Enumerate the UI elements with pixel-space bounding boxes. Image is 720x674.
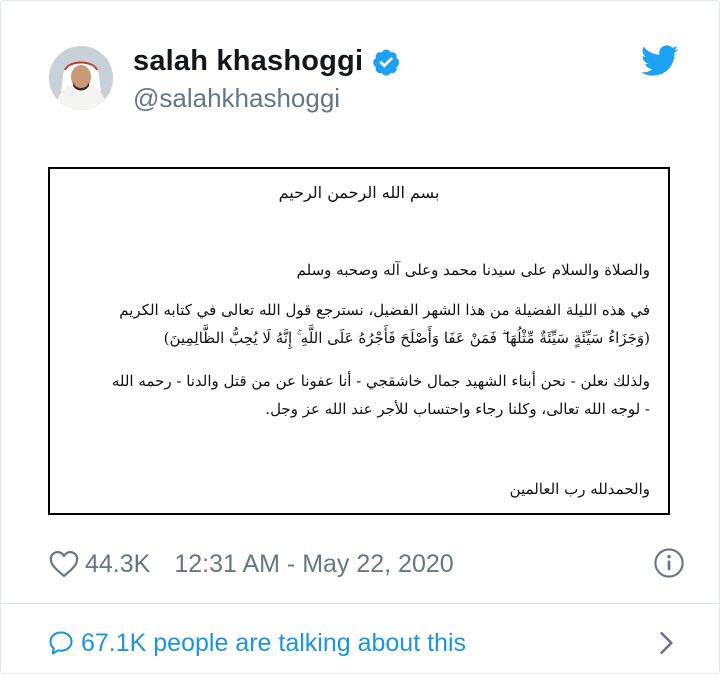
doc-line-1: والصلاة والسلام على سيدنا محمد وعلى آله … [296,261,650,279]
doc-line-4: ولذلك نعلن - نحن أبناء الشهيد جمال خاشقج… [111,372,650,390]
verified-badge-icon [373,49,400,76]
doc-basmala: بسم الله الرحمن الرحيم [278,183,440,202]
conversation-text[interactable]: 67.1K people are talking about this [81,629,466,658]
doc-line-3: (وَجَزَاءُ سَيِّئَةٍ سَيِّئَةٌ مِّثْلُهَ… [163,329,650,347]
doc-line-5: - لوجه الله تعالى، وكلنا رجاء واحتساب لل… [265,400,650,418]
conversation-link[interactable]: 67.1K people are talking about this [47,625,677,661]
heart-icon[interactable] [49,550,79,578]
author-name[interactable]: salah khashoggi [133,45,363,78]
author-handle[interactable]: @salahkhashoggi [133,83,340,114]
doc-closing: والحمدلله رب العالمين [509,480,650,498]
avatar[interactable] [49,46,113,110]
statement-image[interactable]: بسم الله الرحمن الرحيم والصلاة والسلام ع… [48,167,670,515]
info-icon[interactable] [653,547,685,579]
doc-line-2: في هذه الليلة الفضيلة من هذا الشهر الفضي… [119,301,650,319]
tweet-meta-row: 44.3K 12:31 AM - May 22, 2020 [49,547,685,581]
chevron-right-icon[interactable] [657,630,677,656]
timestamp[interactable]: 12:31 AM - May 22, 2020 [174,550,453,579]
tweet-card: salah khashoggi @salahkhashoggi بسم الله… [0,0,720,674]
author-name-row: salah khashoggi [133,45,401,78]
chat-bubble-icon [49,631,73,655]
twitter-bird-icon[interactable] [641,45,679,77]
like-count[interactable]: 44.3K [85,550,150,579]
divider [1,603,719,604]
